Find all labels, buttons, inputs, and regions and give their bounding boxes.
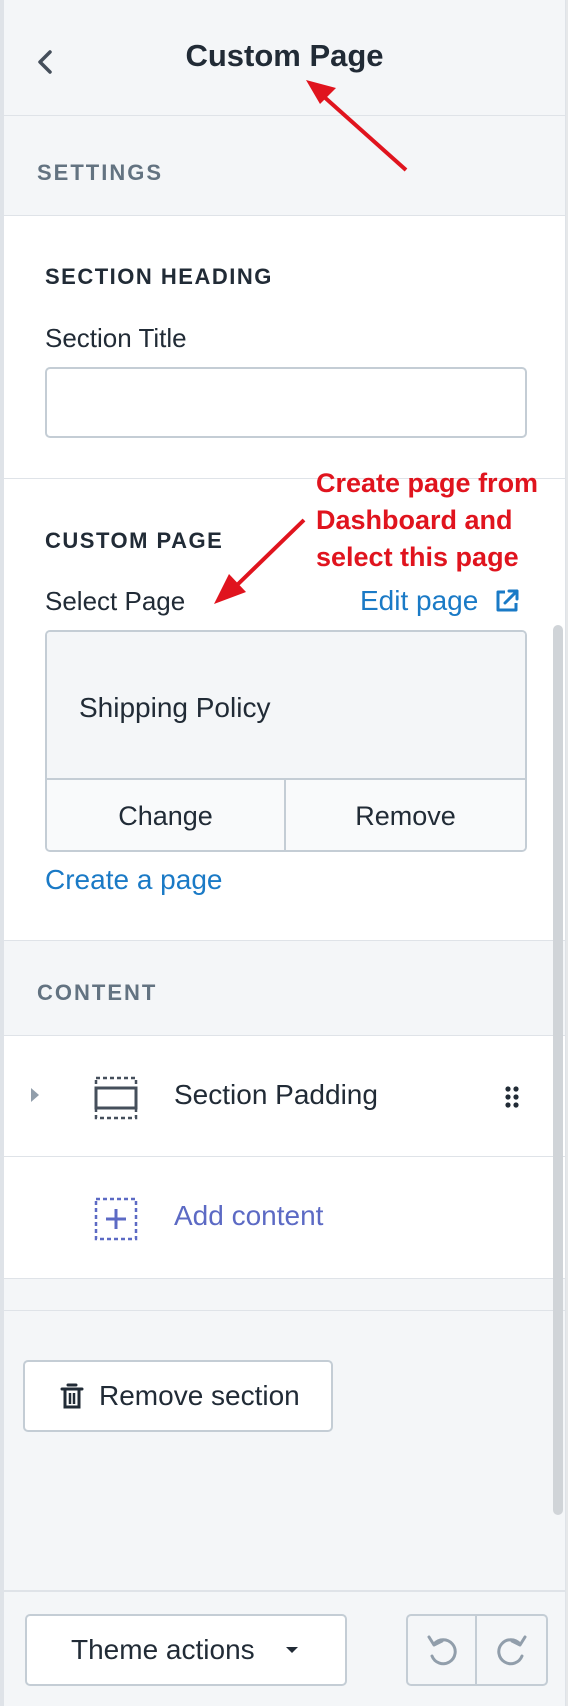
annotation-line: Create page from — [316, 468, 539, 498]
remove-section-button[interactable]: Remove section — [23, 1360, 333, 1432]
add-content-label: Add content — [174, 1200, 324, 1231]
add-content-button[interactable]: Add content — [4, 1157, 565, 1279]
section-heading-card: SECTION HEADING Section Title — [4, 215, 565, 479]
change-button[interactable]: Change — [47, 780, 286, 850]
caret-right-icon[interactable] — [28, 1085, 42, 1105]
selected-page-name: Shipping Policy — [79, 692, 271, 723]
sidebar-footer: Theme actions — [4, 1590, 565, 1706]
annotation-line: select this page — [316, 542, 519, 572]
section-title-label: Section Title — [45, 323, 187, 353]
drag-handle-icon[interactable] — [504, 1085, 520, 1109]
theme-editor-sidebar: Custom Page SETTINGS SECTION HEADING Sec… — [0, 0, 566, 1706]
section-padding-label: Section Padding — [174, 1079, 378, 1110]
scrollbar[interactable] — [553, 625, 563, 1515]
custom-page-title: CUSTOM PAGE — [45, 528, 224, 553]
page-picker: Shipping Policy Change Remove — [45, 630, 527, 852]
create-page-link[interactable]: Create a page — [45, 864, 222, 896]
content-title: CONTENT — [37, 980, 158, 1005]
add-content-icon — [94, 1197, 138, 1241]
edit-page-label: Edit page — [360, 585, 479, 616]
section-title-input[interactable] — [45, 367, 527, 438]
selected-page-display: Shipping Policy — [47, 632, 525, 780]
remove-button[interactable]: Remove — [286, 780, 525, 850]
redo-icon — [496, 1635, 526, 1666]
content-band: CONTENT — [4, 941, 565, 1035]
annotation-note: Create page from Dashboard and select th… — [316, 465, 538, 576]
theme-actions-label: Theme actions — [71, 1634, 255, 1665]
external-link-icon — [496, 589, 519, 612]
trash-icon — [60, 1383, 84, 1409]
edit-page-link[interactable]: Edit page — [360, 585, 522, 617]
redo-button[interactable] — [477, 1616, 546, 1684]
divider — [4, 1310, 565, 1311]
section-heading-title: SECTION HEADING — [45, 264, 273, 289]
sidebar-header: Custom Page — [4, 0, 565, 116]
settings-title: SETTINGS — [37, 160, 164, 185]
undo-icon — [427, 1635, 457, 1666]
select-page-label: Select Page — [45, 586, 186, 616]
remove-section-label: Remove section — [99, 1380, 300, 1411]
annotation-line: Dashboard and — [316, 505, 513, 535]
section-padding-icon — [94, 1076, 138, 1120]
caret-down-icon — [285, 1647, 298, 1653]
undo-redo-group — [406, 1614, 548, 1686]
undo-button[interactable] — [408, 1616, 477, 1684]
settings-band: SETTINGS — [4, 117, 565, 215]
content-item-section-padding[interactable]: Section Padding — [4, 1035, 565, 1157]
page-title: Custom Page — [185, 38, 384, 73]
theme-actions-button[interactable]: Theme actions — [25, 1614, 347, 1686]
